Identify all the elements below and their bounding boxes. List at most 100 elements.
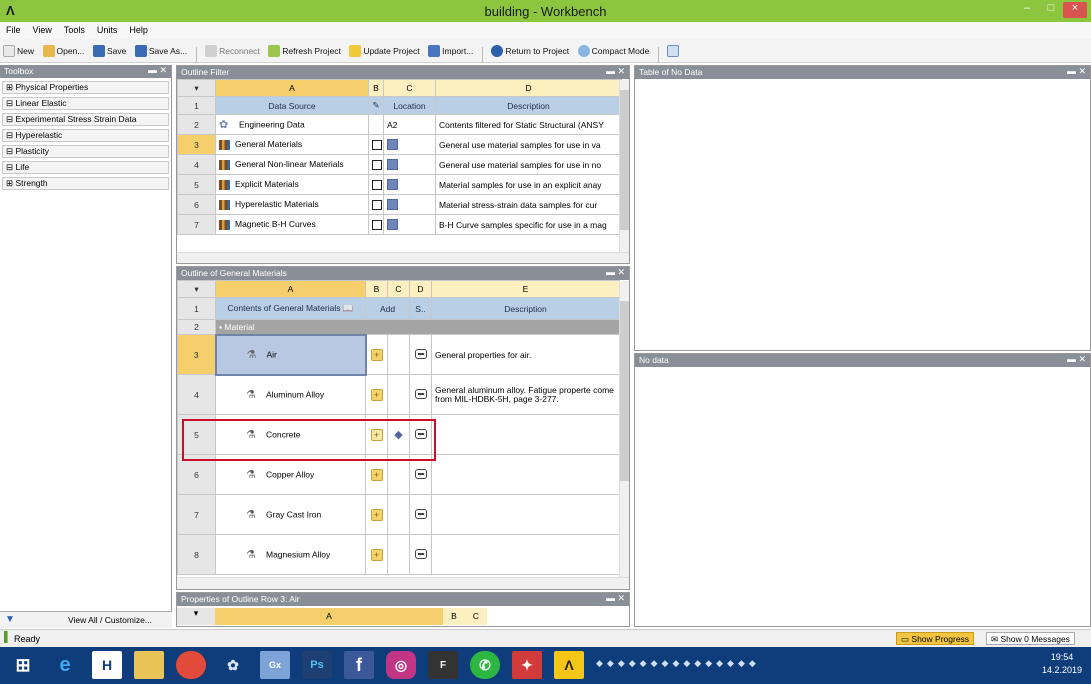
whatsapp-icon[interactable]: ✆ <box>470 651 500 679</box>
save-as-button[interactable]: Save As... <box>132 40 190 62</box>
location-icon[interactable] <box>387 159 398 171</box>
show-progress-button[interactable]: ▭ Show Progress <box>896 632 975 645</box>
update-project-button[interactable]: Update Project <box>346 40 422 62</box>
table-row[interactable]: 6 Hyperelastic Materials Material stress… <box>177 194 622 215</box>
table-row[interactable]: 4 ⚗ Aluminum Alloy + General aluminum all… <box>177 374 620 415</box>
column-header[interactable]: D <box>435 79 622 97</box>
file-explorer-icon[interactable] <box>134 651 164 679</box>
scanner-icon[interactable]: Gx <box>260 651 290 679</box>
column-header[interactable]: B <box>365 280 388 298</box>
table-row[interactable]: 8 ⚗ Magnesium Alloy + <box>177 534 620 575</box>
location-icon[interactable] <box>387 199 398 211</box>
close-icon[interactable]: ▬ ✕ <box>606 267 625 278</box>
toolbox-item[interactable]: ⊟ Life <box>2 161 169 174</box>
toolbox-footer: ▼ View All / Customize... <box>0 611 172 628</box>
windows-start-icon[interactable]: ⊞ <box>8 651 38 679</box>
checkbox[interactable] <box>372 199 382 210</box>
minimize-button[interactable]: – <box>1015 2 1039 18</box>
add-icon[interactable]: + <box>370 508 383 521</box>
column-header[interactable]: C <box>465 608 487 625</box>
horizontal-scrollbar[interactable] <box>177 252 629 263</box>
system-tray-icons[interactable]: ◆◆◆◆◆◆◆◆◆◆◆◆◆◆◆ <box>596 658 760 672</box>
location-icon[interactable] <box>387 219 398 231</box>
close-button[interactable]: × <box>1063 2 1087 18</box>
menu-help[interactable]: Help <box>123 22 154 35</box>
add-icon[interactable]: + <box>370 388 383 401</box>
column-header[interactable]: A <box>215 280 366 298</box>
chrome-icon[interactable] <box>176 651 206 679</box>
column-header[interactable]: C <box>383 79 436 97</box>
show-messages-button[interactable]: ✉ Show 0 Messages <box>986 632 1075 645</box>
add-icon[interactable]: + <box>370 348 383 361</box>
toolbox-item[interactable]: ⊞ Physical Properties <box>2 81 169 94</box>
table-row[interactable]: 7 ⚗ Gray Cast Iron + <box>177 494 620 535</box>
table-row[interactable]: 5 Explicit Materials Material samples fo… <box>177 174 622 195</box>
table-row[interactable]: 4 General Non-linear Materials General u… <box>177 154 622 175</box>
photoshop-icon[interactable]: Ps <box>302 651 332 679</box>
new-button[interactable]: New <box>0 40 37 62</box>
toolbox-item[interactable]: ⊞ Strength <box>2 177 169 190</box>
facebook-icon[interactable]: f <box>344 651 374 679</box>
column-header[interactable]: E <box>431 280 620 298</box>
edge-browser-icon[interactable]: e <box>50 651 80 679</box>
compact-mode-button[interactable]: Compact Mode <box>575 40 653 62</box>
checkbox[interactable] <box>372 219 382 230</box>
ansys-taskbar-icon[interactable]: Λ <box>554 651 584 679</box>
view-all-link[interactable]: View All / Customize... <box>68 615 152 625</box>
maximize-button[interactable]: □ <box>1039 2 1063 18</box>
toolbox-item[interactable]: ⊟ Plasticity <box>2 145 169 158</box>
refresh-project-button[interactable]: Refresh Project <box>265 40 344 62</box>
table-row[interactable]: 7 Magnetic B-H Curves B-H Curve samples … <box>177 214 622 235</box>
vertical-scrollbar[interactable] <box>619 281 629 577</box>
menu-file[interactable]: File <box>0 22 27 35</box>
checkbox[interactable] <box>372 159 382 170</box>
add-icon[interactable]: + <box>370 468 383 481</box>
checkbox[interactable] <box>372 139 382 150</box>
open-button[interactable]: Open... <box>40 40 88 62</box>
chrome-canary-icon[interactable]: ✦ <box>512 651 542 679</box>
column-header[interactable]: B <box>368 79 384 97</box>
horizontal-scrollbar[interactable] <box>177 577 629 589</box>
import-button[interactable]: Import... <box>425 40 476 62</box>
save-button[interactable]: Save <box>90 40 129 62</box>
corner-cell[interactable]: ▾ <box>177 79 216 97</box>
close-icon[interactable]: ▬ ✕ <box>606 66 625 77</box>
toolbox-item[interactable]: ⊟ Hyperelastic <box>2 129 169 142</box>
table-row[interactable]: 3 ⚗ Air + General properties for air. <box>177 333 620 376</box>
f-app-icon[interactable]: F <box>428 651 458 679</box>
instagram-icon[interactable]: ◎ <box>386 651 416 679</box>
table-row[interactable]: 2 ✿ Engineering Data A2 Contents filtered… <box>177 114 622 135</box>
column-header[interactable]: A <box>215 608 443 625</box>
menu-tools[interactable]: Tools <box>58 22 91 35</box>
corner-cell[interactable]: ▾ <box>177 608 215 625</box>
column-header[interactable]: C <box>387 280 410 298</box>
checkbox[interactable] <box>372 179 382 190</box>
toolbox-item[interactable]: ⊟ Experimental Stress Strain Data <box>2 113 169 126</box>
h-app-icon[interactable]: H <box>92 651 122 679</box>
close-icon[interactable]: ▬ ✕ <box>1067 66 1086 77</box>
column-header[interactable]: A <box>215 79 369 97</box>
menu-view[interactable]: View <box>27 22 58 35</box>
menu-units[interactable]: Units <box>91 22 124 35</box>
toolbar: New Open... Save Save As... Reconnect Re… <box>0 39 1091 63</box>
vertical-scrollbar[interactable] <box>619 80 629 252</box>
close-icon[interactable]: ▬ ✕ <box>606 593 625 604</box>
reconnect-button[interactable]: Reconnect <box>202 40 263 62</box>
filter-button[interactable] <box>664 40 682 62</box>
scrollbar-thumb[interactable] <box>620 301 629 481</box>
close-icon[interactable]: ▬ ✕ <box>148 65 167 76</box>
corner-cell[interactable]: ▾ <box>177 280 216 298</box>
add-icon[interactable]: + <box>370 548 383 561</box>
table-row[interactable]: 3 General Materials General use material… <box>177 134 622 155</box>
location-icon[interactable] <box>387 139 398 151</box>
close-icon[interactable]: ▬ ✕ <box>1067 354 1086 365</box>
toolbox-item[interactable]: ⊟ Linear Elastic <box>2 97 169 110</box>
column-header[interactable]: D <box>409 280 432 298</box>
location-icon[interactable] <box>387 179 398 191</box>
scrollbar-thumb[interactable] <box>620 90 629 230</box>
column-header[interactable]: B <box>443 608 465 625</box>
return-to-project-button[interactable]: Return to Project <box>488 40 572 62</box>
section-row[interactable]: 2 ▪ Material <box>177 319 620 335</box>
paint-icon[interactable]: ✿ <box>218 651 248 679</box>
outline-general-header: Outline of General Materials ▬ ✕ <box>177 267 629 280</box>
